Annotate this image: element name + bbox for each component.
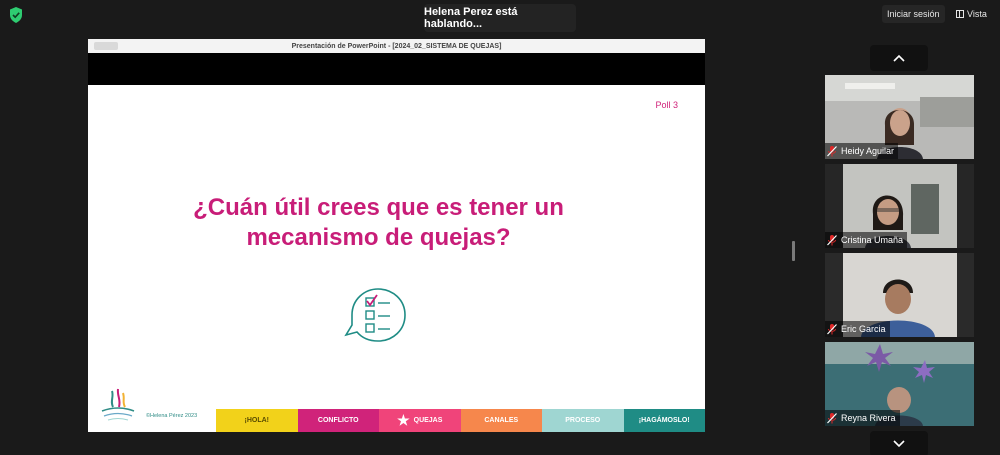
section-tab-label: CONFLICTO [317,417,359,424]
copyright-text: ©Helena Pérez 2023 [146,413,198,419]
active-speaker-text: Helena Perez está hablando... [424,6,518,30]
section-tab-hagamoslo: ¡HAGÁMOSLO! [623,409,705,432]
mic-muted-icon [827,323,837,334]
question-line-2: mecanismo de quejas? [246,224,511,251]
star-icon: ★ [397,412,410,428]
section-tab-label: ¡HOLA! [244,417,270,424]
signin-label: Iniciar sesión [887,9,940,19]
mic-muted-icon [827,412,837,423]
gallery-scroll-up-button[interactable] [870,45,928,71]
section-tab-label: PROCESO [565,417,601,424]
brand-logo [101,388,135,421]
chevron-down-icon [893,440,905,448]
signin-button[interactable]: Iniciar sesión [882,5,945,23]
view-button[interactable]: Vista [952,5,991,23]
poll-label: Poll 3 [655,100,678,110]
section-tab-hola: ¡HOLA! [216,409,298,432]
section-tab-label: CANALES [484,417,519,424]
chevron-up-icon [893,54,905,62]
slide-section-tabs: ¡HOLA! CONFLICTO ★ QUEJAS CANALES PROCESO… [216,409,705,432]
question-line-1: ¿Cuán útil crees que es tener un [193,194,564,221]
mic-muted-icon [827,234,837,245]
splitter-handle[interactable] [792,241,795,261]
slide-question: ¿Cuán útil crees que es tener un mecanis… [88,193,669,253]
participant-tile[interactable]: Eric Garcia [825,253,974,337]
participant-name: Reyna Rivera [841,413,896,423]
shield-check-icon[interactable] [9,7,23,23]
participant-tile[interactable]: Heidy Aguilar [825,75,974,159]
section-tab-proceso: PROCESO [542,409,624,432]
participant-name-row: Heidy Aguilar [825,143,899,159]
participant-name-row: Eric Garcia [825,321,890,337]
powerpoint-window-icon [94,42,118,50]
presentation-titlebar: Presentación de PowerPoint - [2024_02_SI… [88,39,705,53]
shared-screen: Presentación de PowerPoint - [2024_02_SI… [88,39,705,432]
view-label: Vista [967,9,987,19]
participant-tile[interactable]: Cristina Umaña [825,164,974,248]
section-tab-label: ¡HAGÁMOSLO! [638,417,690,424]
checklist-bubble-icon [344,288,406,342]
participant-name: Cristina Umaña [841,235,904,245]
gallery-scroll-down-button[interactable] [870,431,928,455]
section-tab-canales: CANALES [460,409,542,432]
participant-name: Eric Garcia [841,324,886,334]
participant-name-row: Cristina Umaña [825,232,908,248]
participant-name-row: Reyna Rivera [825,410,900,426]
section-tab-quejas: ★ QUEJAS [379,409,461,432]
participant-tile[interactable]: Reyna Rivera [825,342,974,426]
presentation-title: Presentación de PowerPoint - [2024_02_SI… [291,42,502,50]
slide: Poll 3 ¿Cuán útil crees que es tener un … [88,85,705,432]
view-grid-icon [956,10,964,18]
participant-name: Heidy Aguilar [841,146,895,156]
section-tab-conflicto: CONFLICTO [297,409,379,432]
mic-muted-icon [827,145,837,156]
active-speaker-banner: Helena Perez está hablando... [424,4,576,32]
section-tab-label: QUEJAS [413,417,443,424]
